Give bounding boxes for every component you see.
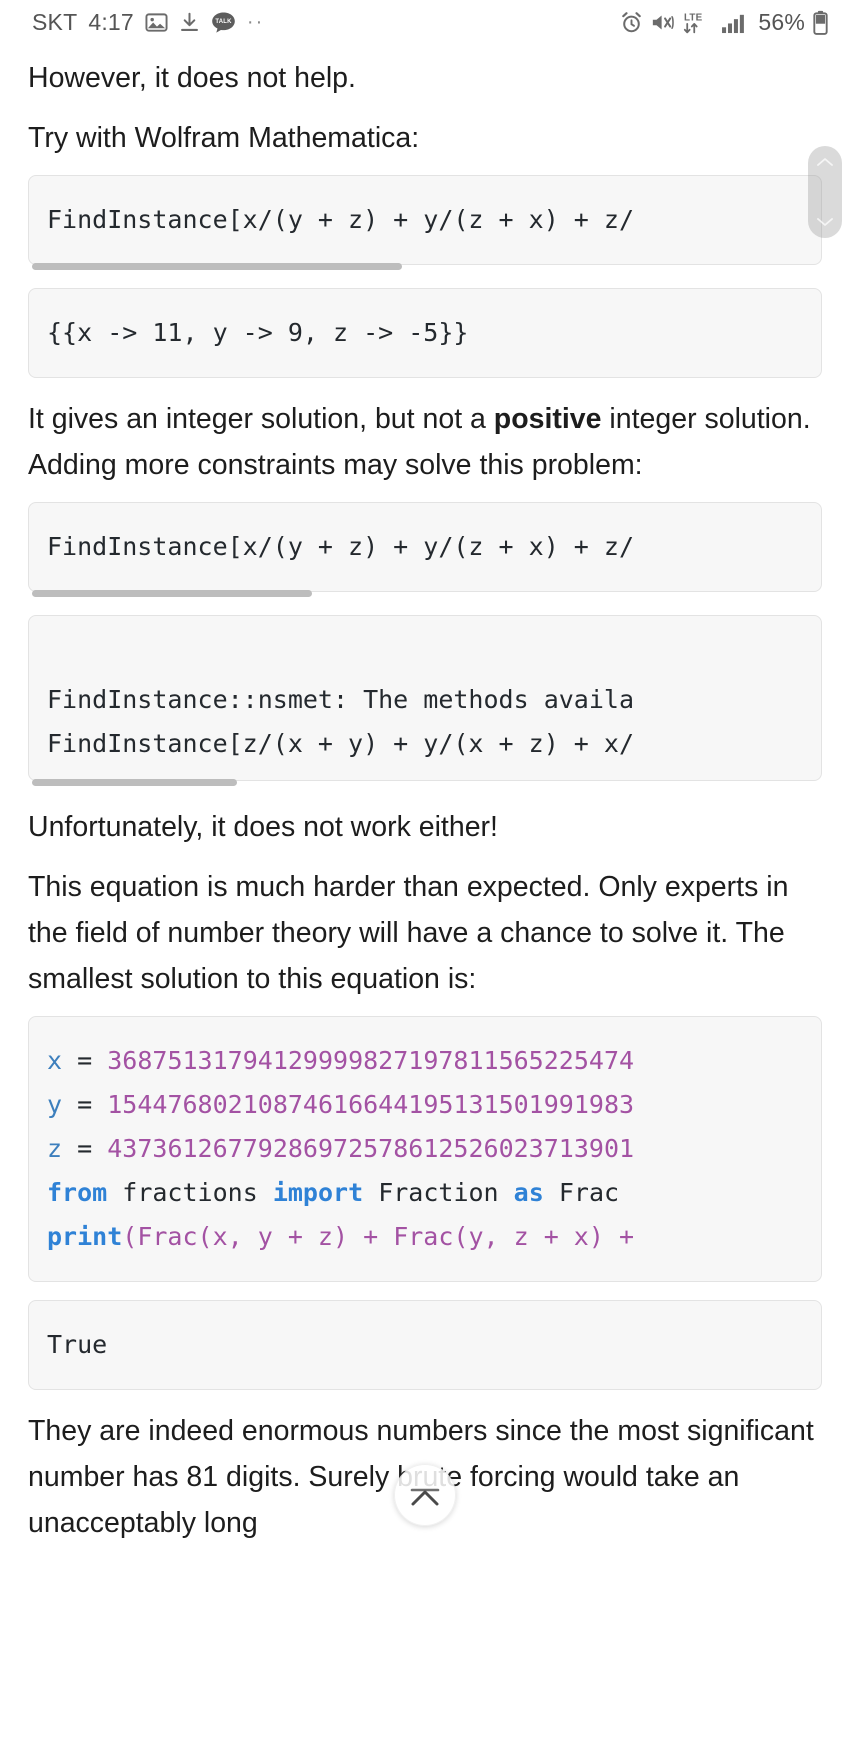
carrier-label: SKT: [32, 8, 78, 35]
code-line-import: from fractions import Fraction as Frac: [47, 1171, 803, 1215]
scroll-to-top-button[interactable]: [394, 1464, 456, 1526]
python-eq-z: =: [77, 1134, 93, 1163]
more-dots-icon: ··: [246, 11, 265, 33]
code-block-4-hscrollbar[interactable]: [28, 779, 822, 786]
code-block-5-wrapper: x = 36875131794129999827197811565225474 y…: [28, 1016, 822, 1282]
chevron-up-icon: [408, 1482, 442, 1508]
chevron-up-icon: [816, 156, 834, 168]
python-fn-print: print: [47, 1222, 123, 1251]
article-body: However, it does not help. Try with Wolf…: [0, 55, 850, 1546]
paragraph-does-not-work: Unfortunately, it does not work either!: [28, 811, 498, 843]
python-var-y: y: [47, 1090, 63, 1119]
python-kw-as: as: [513, 1178, 544, 1207]
status-bar: SKT 4:17 TALK ·· LTE 56%: [0, 0, 850, 44]
code-line-x-assign: x = 36875131794129999827197811565225474: [47, 1039, 803, 1083]
python-class-fraction: Fraction: [378, 1178, 499, 1207]
paragraph-bold-positive: positive: [493, 403, 602, 435]
code-block-4-wrapper: FindInstance::nsmet: The methods availaF…: [28, 615, 822, 786]
download-icon: [179, 11, 200, 34]
python-eq-y: =: [77, 1090, 93, 1119]
status-bar-left: SKT 4:17 TALK ··: [32, 9, 264, 36]
python-var-x: x: [47, 1046, 63, 1075]
alarm-icon: [620, 11, 643, 34]
python-kw-from: from: [47, 1178, 108, 1207]
python-value-z: 43736126779286972578612526023713901: [107, 1134, 635, 1163]
mute-icon: [651, 11, 675, 34]
code-block-output-true[interactable]: True: [28, 1300, 822, 1390]
paragraph-however: However, it does not help.: [28, 62, 356, 94]
battery-percent-label: 56%: [758, 8, 805, 35]
code-block-1-hscrollbar[interactable]: [28, 263, 822, 270]
code-line-z-assign: z = 43736126779286972578612526023713901: [47, 1127, 803, 1171]
signal-bars-icon: [721, 11, 748, 34]
python-value-x: 36875131794129999827197811565225474: [107, 1046, 635, 1075]
paragraph-integer-solution: It gives an integer solution, but not a …: [28, 396, 822, 488]
kakaotalk-icon: TALK: [211, 11, 236, 34]
lte-icon: LTE: [683, 10, 713, 35]
python-module-fractions: fractions: [122, 1178, 258, 1207]
code-line-print: print(Frac(x, y + z) + Frac(y, z + x) +: [47, 1215, 803, 1259]
python-alias-frac: Frac: [558, 1178, 620, 1207]
paragraph-try-mathematica: Try with Wolfram Mathematica:: [28, 122, 420, 154]
python-value-y: 15447680210874616644195131501991983: [107, 1090, 635, 1119]
python-print-args: (Frac(x, y + z) + Frac(y, z + x) +: [122, 1222, 635, 1251]
code-block-mathematica-1[interactable]: FindInstance[x/(y + z) + y/(z + x) + z/: [28, 175, 822, 265]
paragraph-text-a: It gives an integer solution, but not a: [28, 403, 494, 435]
paragraph-much-harder: This equation is much harder than expect…: [28, 871, 789, 995]
svg-text:TALK: TALK: [215, 19, 232, 25]
code-block-6-wrapper: True: [28, 1300, 822, 1390]
code-block-3-wrapper: FindInstance[x/(y + z) + y/(z + x) + z/: [28, 502, 822, 597]
python-eq-x: =: [77, 1046, 93, 1075]
chevron-down-icon: [816, 216, 834, 228]
code-block-mathematica-2[interactable]: FindInstance[x/(y + z) + y/(z + x) + z/: [28, 502, 822, 592]
code-block-2-wrapper: {{x -> 11, y -> 9, z -> -5}}: [28, 288, 822, 378]
code-line-findinstance-2: FindInstance[z/(x + y) + y/(x + z) + x/: [47, 729, 634, 758]
battery-icon: [813, 10, 828, 35]
scroll-position-indicator[interactable]: [808, 146, 842, 238]
code-block-python-solution[interactable]: x = 36875131794129999827197811565225474 y…: [28, 1016, 822, 1282]
code-block-1-wrapper: FindInstance[x/(y + z) + y/(z + x) + z/: [28, 175, 822, 270]
svg-text:LTE: LTE: [684, 12, 703, 23]
code-line-y-assign: y = 15447680210874616644195131501991983: [47, 1083, 803, 1127]
python-var-z: z: [47, 1134, 63, 1163]
code-line-nsmet: FindInstance::nsmet: The methods availa: [47, 685, 634, 714]
code-block-error-output[interactable]: FindInstance::nsmet: The methods availaF…: [28, 615, 822, 781]
code-block-solution-1[interactable]: {{x -> 11, y -> 9, z -> -5}}: [28, 288, 822, 378]
python-kw-import: import: [272, 1178, 364, 1207]
clock-label: 4:17: [88, 8, 134, 35]
code-block-3-hscrollbar[interactable]: [28, 590, 822, 597]
image-icon: [145, 11, 168, 34]
status-bar-right: LTE 56%: [620, 9, 828, 36]
